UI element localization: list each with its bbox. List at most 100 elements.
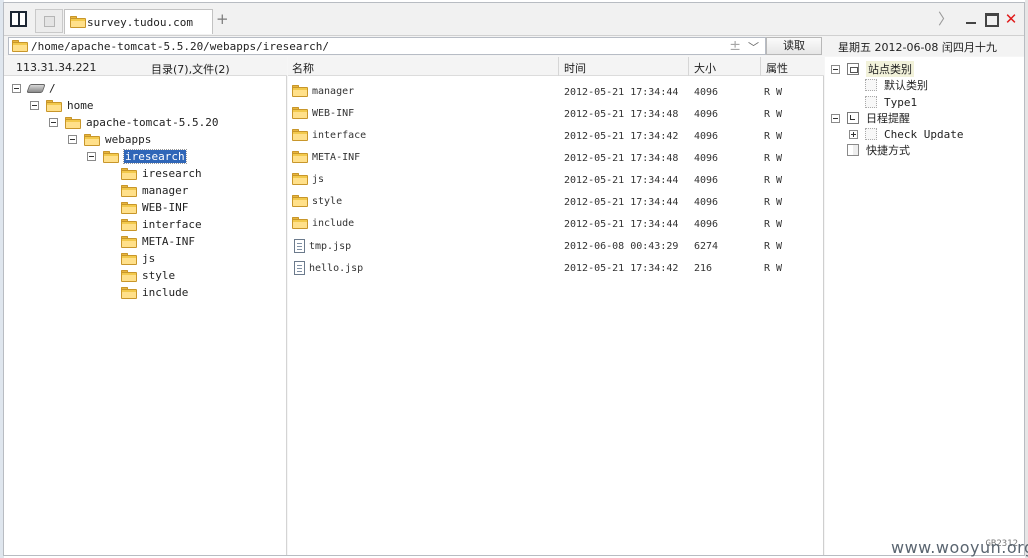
folder-icon — [121, 286, 137, 299]
file-row[interactable]: WEB-INF 2012-05-21 17:34:48 4096 R W — [288, 104, 824, 126]
folder-icon — [292, 129, 308, 141]
tab-blank[interactable] — [35, 9, 63, 33]
tree-node-label: js — [142, 252, 156, 265]
folder-icon — [121, 167, 137, 180]
path-input[interactable]: /home/apache-tomcat-5.5.20/webapps/irese… — [8, 37, 766, 55]
folder-open-icon — [103, 150, 119, 163]
site-category-default[interactable]: 默认类别 — [865, 77, 928, 93]
shortcut-title: 快捷方式 — [866, 144, 910, 157]
folder-open-icon — [65, 116, 81, 129]
clock-icon — [847, 112, 859, 124]
tree-header: 113.31.34.221 目录(7),文件(2) — [4, 57, 287, 76]
collapse-icon[interactable] — [87, 152, 96, 161]
chevron-down-icon[interactable]: ﹀ — [748, 39, 759, 55]
tree-node-style[interactable]: style — [121, 267, 175, 284]
folder-icon — [121, 184, 137, 197]
tree-node-iresearch-child[interactable]: iresearch — [121, 165, 202, 182]
file-name-cell: tmp.jsp — [292, 239, 351, 253]
file-name: style — [312, 195, 343, 207]
folder-icon — [121, 269, 137, 282]
file-name: interface — [312, 129, 367, 141]
collapse-icon[interactable] — [49, 118, 58, 127]
collapse-icon[interactable] — [30, 101, 39, 110]
collapse-icon[interactable] — [831, 64, 840, 74]
tree-node-tomcat[interactable]: apache-tomcat-5.5.20 — [49, 114, 218, 131]
folder-icon — [292, 173, 308, 185]
file-time: 2012-05-21 17:34:48 — [564, 153, 679, 164]
column-header-size[interactable]: 大小 — [694, 60, 716, 76]
add-bookmark-icon[interactable]: ± — [729, 38, 741, 54]
collapse-icon[interactable] — [68, 135, 77, 144]
folder-icon — [121, 252, 137, 265]
file-attr: R W — [764, 263, 783, 274]
column-header-attr[interactable]: 属性 — [766, 60, 788, 76]
file-row[interactable]: include 2012-05-21 17:34:44 4096 R W — [288, 214, 824, 236]
tree-node-interface[interactable]: interface — [121, 216, 202, 233]
file-manager-window: survey.tudou.com + 〉 ✕ /home/apache-tomc… — [3, 2, 1025, 556]
tab-survey[interactable]: survey.tudou.com — [64, 9, 213, 34]
maximize-icon[interactable] — [984, 12, 999, 27]
sidebar-toggle-icon[interactable] — [10, 11, 27, 27]
folder-icon — [70, 16, 86, 28]
file-name: hello.jsp — [309, 262, 364, 274]
file-time: 2012-05-21 17:34:44 — [564, 87, 679, 98]
column-divider[interactable] — [760, 57, 761, 76]
tree-node-web-inf[interactable]: WEB-INF — [121, 199, 188, 216]
tree-node-webapps[interactable]: webapps — [68, 131, 151, 148]
reminder-title: 日程提醒 — [866, 112, 910, 125]
file-size: 4096 — [694, 87, 719, 98]
tree-node-home[interactable]: home — [30, 97, 94, 114]
tree-node-meta-inf[interactable]: META-INF — [121, 233, 195, 250]
file-name: manager — [312, 85, 355, 97]
reminder-label: Check Update — [884, 127, 964, 141]
file-name: include — [312, 217, 355, 229]
file-name-cell: WEB-INF — [292, 107, 354, 119]
file-row[interactable]: js 2012-05-21 17:34:44 4096 R W — [288, 170, 824, 192]
tree-node-js[interactable]: js — [121, 250, 155, 267]
file-row[interactable]: manager 2012-05-21 17:34:44 4096 R W — [288, 82, 824, 104]
file-row[interactable]: style 2012-05-21 17:34:44 4096 R W — [288, 192, 824, 214]
column-divider[interactable] — [688, 57, 689, 76]
tree-node-include[interactable]: include — [121, 284, 188, 301]
minimize-icon[interactable] — [964, 12, 978, 26]
file-row[interactable]: META-INF 2012-05-21 17:34:48 4096 R W — [288, 148, 824, 170]
folder-icon — [292, 85, 308, 97]
tree-node-label: iresearch — [142, 167, 202, 180]
file-name: META-INF — [312, 151, 361, 163]
read-button[interactable]: 读取 — [766, 37, 822, 55]
document-icon — [294, 261, 305, 275]
tree-node-label: home — [67, 99, 94, 112]
collapse-icon[interactable] — [831, 113, 840, 123]
file-attr: R W — [764, 131, 783, 142]
file-row[interactable]: interface 2012-05-21 17:34:42 4096 R W — [288, 126, 824, 148]
expand-icon[interactable] — [849, 129, 858, 139]
tree-node-manager[interactable]: manager — [121, 182, 188, 199]
tree-node-iresearch-selected[interactable]: iresearch — [87, 148, 187, 165]
column-header-time[interactable]: 时间 — [564, 60, 586, 76]
close-icon[interactable]: ✕ — [1004, 12, 1018, 27]
file-time: 2012-05-21 17:34:42 — [564, 131, 679, 142]
shortcut-icon — [847, 144, 859, 156]
new-tab-button[interactable]: + — [216, 12, 229, 27]
category-icon — [865, 79, 877, 91]
file-row[interactable]: tmp.jsp 2012-06-08 00:43:29 6274 R W — [288, 236, 824, 258]
file-size: 4096 — [694, 153, 719, 164]
tree-node-label: include — [142, 286, 189, 299]
site-category-node[interactable]: 站点类别 — [831, 61, 914, 77]
shortcut-node[interactable]: 快捷方式 — [847, 142, 910, 158]
schedule-reminder-node[interactable]: 日程提醒 — [831, 110, 910, 126]
page-icon — [44, 16, 55, 27]
document-icon — [294, 239, 305, 253]
forward-arrow-icon[interactable]: 〉 — [938, 12, 953, 27]
file-row[interactable]: hello.jsp 2012-05-21 17:34:42 216 R W — [288, 258, 824, 280]
tree-node-root[interactable]: / — [12, 80, 56, 97]
reminder-check-update[interactable]: Check Update — [849, 126, 963, 142]
column-divider[interactable] — [558, 57, 559, 76]
folder-icon — [121, 218, 137, 231]
category-label: 默认类别 — [884, 79, 928, 92]
file-name-cell: style — [292, 195, 342, 207]
collapse-icon[interactable] — [12, 84, 21, 93]
column-header-name[interactable]: 名称 — [292, 60, 314, 76]
file-size: 4096 — [694, 131, 719, 142]
site-category-type1[interactable]: Type1 — [865, 94, 917, 110]
